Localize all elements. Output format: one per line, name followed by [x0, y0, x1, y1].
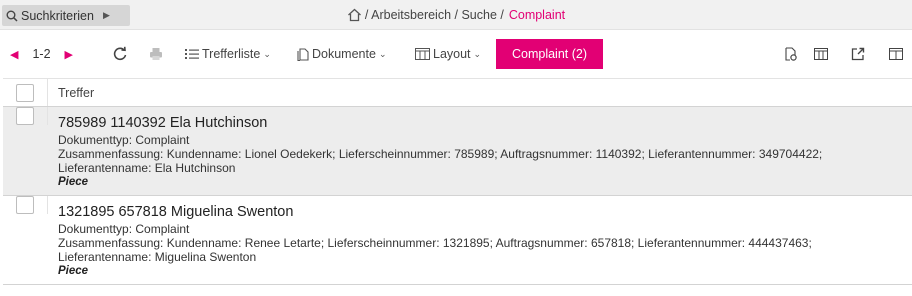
list-icon	[185, 49, 199, 59]
row-tag: Piece	[58, 265, 89, 277]
refresh-icon[interactable]	[112, 46, 128, 62]
row-headline[interactable]: 785989 1140392 Ela Hutchinson	[58, 114, 822, 132]
table-row[interactable]: 785989 1140392 Ela Hutchinson Dokumentty…	[3, 107, 912, 196]
row-headline[interactable]: 1321895 657818 Miguelina Swenton	[58, 203, 812, 221]
row-doctype: Dokumenttyp: Complaint	[58, 222, 190, 236]
home-icon[interactable]	[347, 8, 362, 22]
select-all-checkbox[interactable]	[16, 83, 34, 102]
tab-complaint-label: Complaint (2)	[511, 47, 588, 61]
row-summary: Zusammenfassung: Kundenname: Renee Letar…	[58, 236, 812, 250]
page-range: 1-2	[32, 47, 51, 61]
row-content: 785989 1140392 Ela Hutchinson Dokumentty…	[48, 107, 832, 195]
toolbar: ◀ 1-2 ▶ Trefferliste ⌄ Dokumente ⌄ Layou…	[0, 37, 912, 71]
breadcrumb-current: Complaint	[508, 8, 566, 22]
row-doctype: Dokumenttyp: Complaint	[58, 133, 190, 147]
breadcrumb: / Arbeitsbereich / Suche / Complaint	[0, 0, 912, 30]
layout-columns-icon	[415, 48, 430, 60]
row-checkbox-cell	[3, 196, 48, 214]
row-checkbox[interactable]	[16, 196, 34, 214]
layout-menu[interactable]: Layout ⌄	[415, 37, 481, 71]
column-header-treffer[interactable]: Treffer	[48, 86, 94, 100]
row-checkbox-cell	[3, 107, 48, 125]
chevron-down-icon: ⌄	[473, 48, 482, 59]
open-external-icon[interactable]	[851, 47, 865, 61]
pager: ◀ 1-2 ▶	[10, 37, 73, 71]
trefferliste-menu[interactable]: Trefferliste ⌄	[185, 37, 271, 71]
table-header: Treffer	[3, 78, 912, 107]
select-all-cell	[3, 79, 48, 106]
row-tag: Piece	[58, 176, 89, 188]
trefferliste-label: Trefferliste	[202, 47, 261, 61]
row-checkbox[interactable]	[16, 107, 34, 125]
table-view-icon[interactable]	[889, 47, 903, 61]
breadcrumb-path[interactable]: / Arbeitsbereich / Suche /	[365, 8, 504, 22]
chevron-down-icon: ⌄	[378, 48, 387, 59]
document-settings-icon[interactable]	[784, 47, 798, 61]
results-table: Treffer 785989 1140392 Ela Hutchinson Do…	[3, 78, 912, 285]
print-icon[interactable]	[149, 47, 163, 61]
table-row[interactable]: 1321895 657818 Miguelina Swenton Dokumen…	[3, 196, 912, 285]
row-summary: Zusammenfassung: Kundenname: Lionel Oede…	[58, 147, 823, 161]
columns-icon[interactable]	[814, 47, 828, 61]
row-supplier: Lieferantenname: Ela Hutchinson	[58, 161, 236, 175]
layout-label: Layout	[433, 47, 471, 61]
chevron-down-icon: ⌄	[263, 48, 271, 59]
row-content: 1321895 657818 Miguelina Swenton Dokumen…	[48, 196, 822, 284]
next-page-icon[interactable]: ▶	[65, 48, 73, 61]
document-icon	[297, 47, 309, 61]
tab-complaint[interactable]: Complaint (2)	[496, 39, 603, 69]
top-bar: Suchkriterien ▶ / Arbeitsbereich / Suche…	[0, 0, 912, 30]
dokumente-label: Dokumente	[312, 47, 376, 61]
dokumente-menu[interactable]: Dokumente ⌄	[297, 37, 386, 71]
row-supplier: Lieferantenname: Miguelina Swenton	[58, 250, 257, 264]
previous-page-icon[interactable]: ◀	[10, 48, 18, 61]
